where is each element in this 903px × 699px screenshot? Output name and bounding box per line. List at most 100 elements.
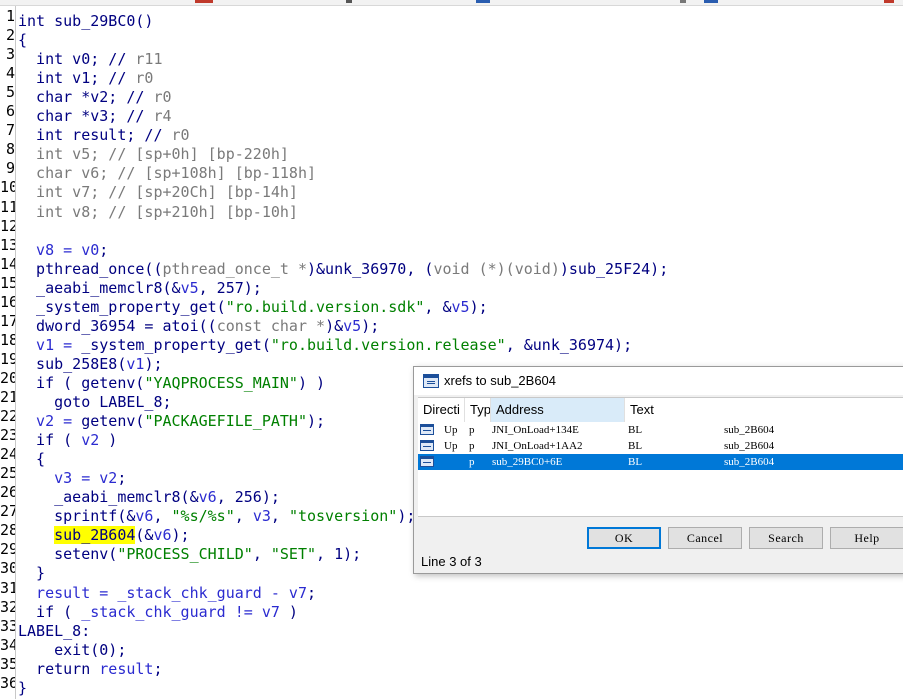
line-number: 12 (0, 216, 15, 235)
line-number: 29 (0, 540, 15, 559)
code-line[interactable]: 16 _system_property_get("ro.build.versio… (0, 293, 488, 316)
ok-button[interactable]: OK (587, 527, 661, 549)
line-number: 15 (0, 273, 15, 292)
code-token: "PROCESS_CHILD" (117, 545, 253, 564)
line-number: 31 (0, 578, 15, 597)
code-line[interactable]: 13 v8 = v0; (0, 235, 108, 259)
code-token: , & (424, 297, 452, 316)
code-line[interactable]: 32 if ( _stack_chk_guard != v7 ) (0, 598, 298, 621)
code-line[interactable]: 17 dword_36954 = atoi((const char *)&v5)… (0, 311, 379, 335)
code-token: v5 (451, 297, 470, 316)
code-line[interactable]: 23 if ( v2 ) (0, 426, 117, 449)
tab-indicator (884, 0, 894, 3)
cancel-button[interactable]: Cancel (668, 527, 742, 549)
code-line[interactable]: 34 exit(0); (0, 636, 126, 659)
line-number: 36 (0, 673, 15, 692)
code-line[interactable]: 15 _aeabi_memclr8(&v5, 257); (0, 273, 262, 297)
line-number: 2 (5, 26, 15, 45)
column-header-direction[interactable]: Directi (418, 398, 465, 422)
xref-row[interactable]: p sub_29BC0+6E BL sub_2B604 (418, 454, 903, 470)
xref-address: JNI_OnLoad+134E (492, 424, 579, 436)
line-number: 24 (0, 445, 15, 464)
code-line[interactable]: 28 sub_2B604(&v6); (0, 521, 190, 545)
xref-icon (420, 456, 434, 467)
code-line[interactable]: 2{ (0, 26, 27, 49)
line-number: 25 (0, 464, 15, 483)
line-number: 27 (0, 502, 15, 521)
line-number: 19 (0, 349, 15, 368)
code-line[interactable]: 22 v2 = getenv("PACKAGEFILE_PATH"); (0, 407, 325, 430)
code-line[interactable]: 5 char *v2; // r0 (0, 83, 172, 106)
code-token: ) (279, 602, 298, 621)
xref-target: sub_2B604 (724, 424, 775, 436)
code-line[interactable]: 8 int v5; // [sp+0h] [bp-220h] (0, 140, 289, 163)
line-number: 1 (5, 7, 15, 25)
code-line[interactable]: 29 setenv("PROCESS_CHILD", "SET", 1); (0, 540, 361, 563)
code-line[interactable]: 27 sprintf(&v6, "%s/%s", v3, "tosversion… (0, 502, 415, 525)
window-icon (423, 374, 439, 388)
xref-address: JNI_OnLoad+1AA2 (492, 440, 583, 452)
code-line[interactable]: 36} (0, 673, 27, 697)
code-token: v2 (81, 431, 100, 450)
search-button[interactable]: Search (749, 527, 823, 549)
line-number: 18 (0, 330, 15, 349)
column-header-text[interactable]: Text (625, 398, 903, 422)
code-token: "SET" (270, 545, 317, 564)
xref-target: sub_2B604 (724, 456, 775, 468)
code-line[interactable]: 21 goto LABEL_8; (0, 388, 172, 411)
code-line[interactable]: 10 int v7; // [sp+20Ch] [bp-14h] (0, 178, 298, 201)
code-token: return (18, 659, 100, 678)
line-number: 6 (5, 102, 15, 121)
line-number: 17 (0, 311, 15, 330)
code-line[interactable]: 7 int result; // r0 (0, 121, 190, 144)
code-text: setenv("PROCESS_CHILD", "SET", 1); (15, 545, 361, 564)
code-token: , (234, 507, 253, 526)
code-line[interactable]: 33LABEL_8: (0, 616, 90, 640)
code-token: )&unk_36970, ( (307, 259, 434, 278)
line-number: 13 (0, 235, 15, 254)
pseudocode-view[interactable]: 1 int sub_29BC0() 2{3 int v0; // r11 4 int … (0, 6, 903, 699)
tab-indicator (704, 0, 718, 3)
code-line[interactable]: 25 v3 = v2; (0, 464, 126, 487)
code-line[interactable]: 12 (0, 217, 18, 236)
code-line[interactable]: 20 if ( getenv("YAQPROCESS_MAIN") ) (0, 369, 325, 392)
dialog-title-bar[interactable]: xrefs to sub_2B604 (414, 367, 903, 395)
code-token: ) ) (297, 373, 326, 392)
tab-indicator (346, 0, 352, 3)
code-token: result (99, 659, 154, 678)
xref-row[interactable]: Up p JNI_OnLoad+1AA2 BL sub_2B604 (418, 438, 903, 454)
line-number: 33 (0, 616, 15, 635)
xref-target: sub_2B604 (724, 440, 775, 452)
code-line[interactable]: 19 sub_258E8(v1); (0, 349, 163, 373)
xref-type: p (469, 440, 475, 452)
code-line[interactable]: 1 int sub_29BC0() (0, 7, 154, 30)
code-token: , 1); (316, 545, 362, 564)
code-line[interactable]: 30 } (0, 559, 45, 582)
tab-indicator (195, 0, 213, 3)
xrefs-dialog[interactable]: xrefs to sub_2B604 Directi Typ Address T… (413, 366, 903, 574)
code-line[interactable]: 24 { (0, 445, 45, 468)
column-header-type[interactable]: Typ (465, 398, 491, 422)
column-header-address[interactable]: Address (491, 398, 625, 422)
help-button[interactable]: Help (830, 527, 903, 549)
list-header: Directi Typ Address Text (418, 398, 903, 422)
code-line[interactable]: 35 return result; (0, 655, 163, 678)
code-line[interactable]: 3 int v0; // r11 (0, 45, 163, 68)
code-line[interactable]: 11 int v8; // [sp+210h] [bp-10h] (0, 198, 298, 221)
line-number: 4 (5, 64, 15, 83)
code-line[interactable]: 18 v1 = _system_property_get("ro.build.v… (0, 330, 632, 354)
code-token: "PACKAGEFILE_PATH" (144, 412, 307, 431)
code-line[interactable]: 4 int v1; // r0 (0, 64, 154, 87)
code-line[interactable]: 26 _aeabi_memclr8(&v6, 256); (0, 483, 280, 506)
xref-row[interactable]: Up p JNI_OnLoad+134E BL sub_2B604 (418, 422, 903, 438)
code-token: , (252, 545, 271, 564)
line-number: 26 (0, 483, 15, 502)
code-line[interactable]: 14 pthread_once((pthread_once_t *)&unk_3… (0, 255, 668, 278)
line-number: 23 (0, 426, 15, 445)
xrefs-list[interactable]: Directi Typ Address Text Up p JNI_OnLoad+1… (418, 397, 903, 517)
code-token: ); (469, 297, 488, 316)
code-line[interactable]: 6 char *v3; // r4 (0, 102, 172, 125)
code-token: int v8; // (18, 202, 136, 221)
code-line[interactable]: 9 char v6; // [sp+108h] [bp-118h] (0, 159, 316, 182)
code-line[interactable]: 31 result = _stack_chk_guard - v7; (0, 578, 316, 602)
